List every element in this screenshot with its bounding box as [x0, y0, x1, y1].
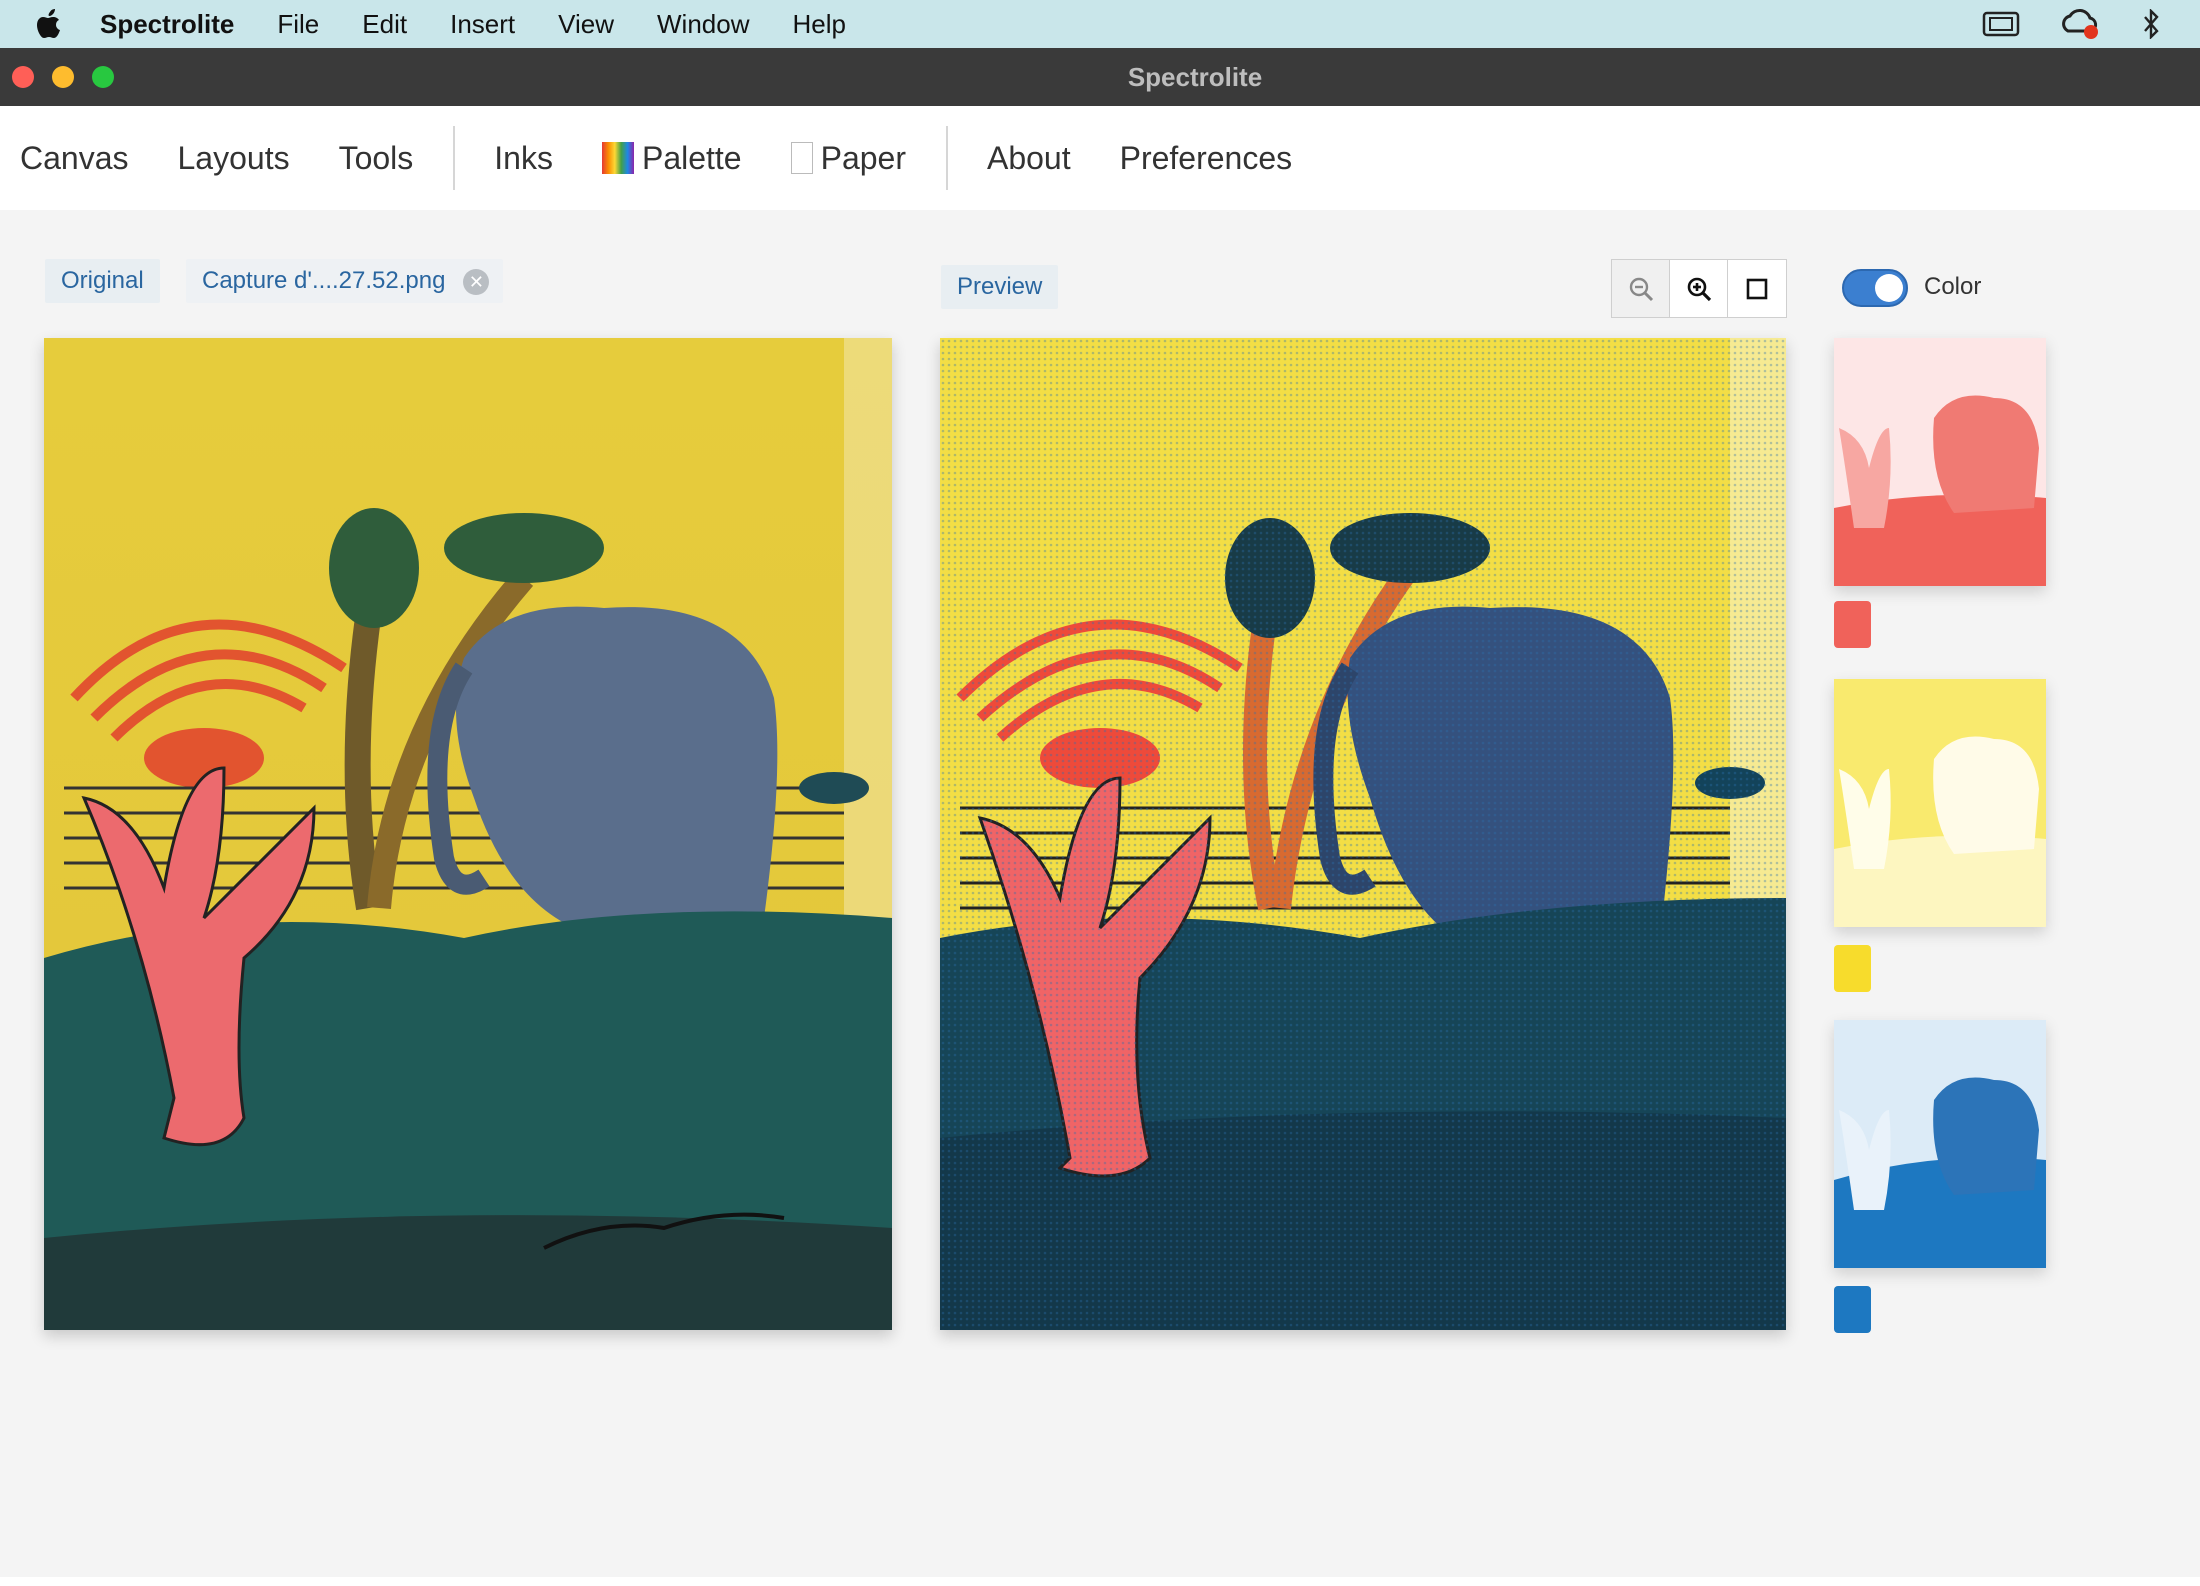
fit-frame-icon	[1746, 278, 1768, 299]
source-file-name: Capture d'....27.52.png	[202, 267, 446, 294]
preview-artwork-image	[940, 338, 1786, 1330]
nav-divider	[453, 126, 456, 190]
yellow-ink-swatch[interactable]	[1834, 945, 1871, 992]
creative-cloud-icon[interactable]	[2060, 7, 2102, 41]
system-menubar: Spectrolite File Edit Insert View Window…	[0, 0, 2200, 48]
paper-swatch-icon	[790, 142, 813, 174]
nav-palette[interactable]: Palette	[601, 139, 742, 177]
original-tab[interactable]: Original	[45, 259, 160, 303]
menu-help[interactable]: Help	[793, 9, 846, 40]
nav-about[interactable]: About	[987, 140, 1071, 177]
color-toggle-label: Color	[1924, 273, 1982, 300]
color-toggle[interactable]	[1842, 269, 1908, 307]
nav-inks[interactable]: Inks	[494, 140, 553, 177]
nav-preferences[interactable]: Preferences	[1120, 140, 1293, 177]
app-navigation: Canvas Layouts Tools Inks Palette Paper …	[0, 106, 2200, 210]
source-file-chip[interactable]: Capture d'....27.52.png ✕	[186, 259, 504, 303]
zoom-in-button[interactable]	[1670, 260, 1728, 317]
yellow-ink-separation-thumbnail[interactable]	[1834, 679, 2046, 927]
nav-layouts[interactable]: Layouts	[178, 140, 290, 177]
menu-view[interactable]: View	[558, 9, 614, 40]
red-ink-swatch[interactable]	[1834, 601, 1871, 648]
apple-logo-icon[interactable]	[0, 8, 100, 40]
menu-window[interactable]: Window	[657, 9, 749, 40]
zoom-out-icon	[1629, 277, 1653, 301]
nav-divider	[945, 126, 948, 190]
zoom-out-button[interactable]	[1612, 260, 1670, 317]
nav-paper-label: Paper	[820, 139, 906, 176]
red-ink-separation-thumbnail[interactable]	[1834, 338, 2046, 586]
bluetooth-icon[interactable]	[2142, 9, 2160, 39]
fit-frame-button[interactable]	[1728, 260, 1786, 317]
window-titlebar: Spectrolite	[0, 48, 2200, 106]
menubar-app-name[interactable]: Spectrolite	[100, 9, 234, 40]
menu-file[interactable]: File	[277, 9, 319, 40]
palette-gradient-icon	[601, 142, 634, 174]
screen-mirroring-icon[interactable]	[1982, 10, 2020, 38]
original-image-panel[interactable]	[44, 338, 892, 1330]
blue-ink-separation-thumbnail[interactable]	[1834, 1020, 2046, 1268]
window-bottom-edge	[0, 1577, 2200, 1586]
zoom-controls	[1611, 259, 1787, 318]
nav-canvas[interactable]: Canvas	[20, 140, 129, 177]
preview-image-panel[interactable]	[940, 338, 1786, 1330]
toggle-knob	[1875, 274, 1903, 302]
menu-edit[interactable]: Edit	[362, 9, 407, 40]
menu-insert[interactable]: Insert	[450, 9, 515, 40]
preview-tab[interactable]: Preview	[941, 265, 1059, 309]
original-artwork-image	[44, 338, 892, 1330]
nav-tools[interactable]: Tools	[339, 140, 414, 177]
window-title: Spectrolite	[1127, 62, 1263, 92]
blue-ink-swatch[interactable]	[1834, 1286, 1871, 1333]
nav-paper[interactable]: Paper	[790, 139, 906, 177]
nav-palette-label: Palette	[641, 139, 742, 176]
zoom-in-icon	[1687, 277, 1711, 301]
menubar-status-area	[1982, 0, 2200, 48]
remove-file-icon[interactable]: ✕	[463, 269, 490, 295]
